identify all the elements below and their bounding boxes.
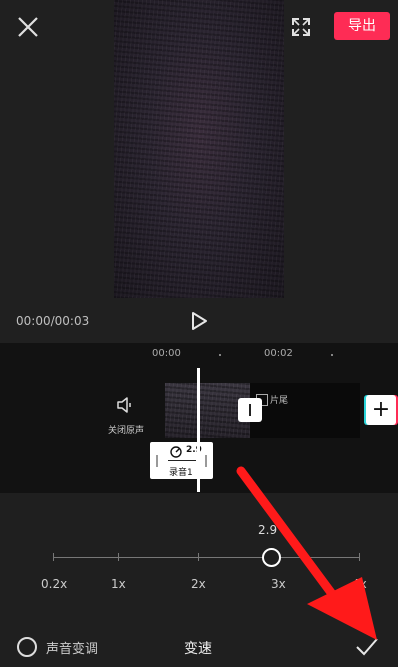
play-icon[interactable] (190, 311, 208, 331)
speed-value: 2.9 (258, 523, 278, 537)
audio-clip-label: 录音1 (169, 468, 193, 478)
speed-label: 0.2x (41, 577, 68, 591)
slider-tick (198, 553, 199, 561)
add-clip-button[interactable]: + (366, 395, 396, 425)
tail-clip[interactable] (250, 383, 360, 438)
slider-tick (359, 553, 360, 561)
voice-change-label[interactable]: 声音变调 (46, 638, 98, 657)
ruler-time-label: 00:02 (264, 348, 293, 359)
mute-original-sound-label[interactable]: 关闭原声 (108, 423, 144, 436)
slider-tick (118, 553, 119, 561)
check-icon[interactable] (355, 637, 379, 657)
audio-divider (168, 460, 196, 461)
tail-label: 片尾 (270, 396, 289, 406)
speed-icon (170, 446, 182, 458)
voice-change-radio[interactable] (17, 637, 37, 657)
close-icon[interactable] (16, 15, 40, 39)
fullscreen-icon[interactable] (290, 16, 312, 38)
speaker-icon[interactable] (116, 396, 134, 414)
export-button[interactable]: 导出 (334, 12, 390, 40)
ruler-dot (219, 354, 221, 356)
time-display: 00:00/00:03 (16, 314, 90, 328)
ruler-time-label: 00:00 (152, 348, 181, 359)
speed-slider-knob[interactable] (262, 548, 281, 567)
playhead[interactable] (197, 368, 200, 492)
panel-title: 变速 (184, 641, 212, 657)
slider-tick (53, 553, 54, 561)
trim-handle[interactable] (238, 398, 262, 422)
video-preview[interactable] (114, 0, 284, 298)
speed-label: 2x (191, 577, 206, 591)
audio-grip-left[interactable] (156, 455, 158, 467)
speed-slider-track[interactable] (54, 557, 360, 558)
ruler-dot (331, 354, 333, 356)
speed-label: 3x (271, 577, 286, 591)
speed-label: 1x (111, 577, 126, 591)
audio-grip-right[interactable] (205, 455, 207, 467)
speed-label: 4x (352, 577, 367, 591)
